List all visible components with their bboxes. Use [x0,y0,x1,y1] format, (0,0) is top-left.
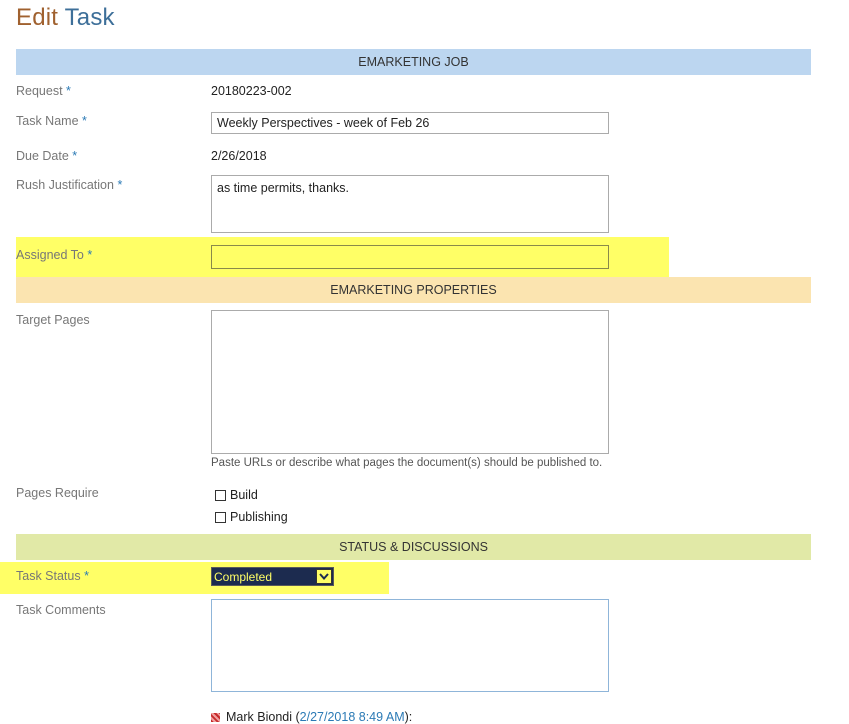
due-date-label-text: Due Date [16,149,69,163]
section-header-status-discussions: STATUS & DISCUSSIONS [16,534,811,560]
pages-require-label: Pages Require [16,486,99,500]
comment-history-entry: Mark Biondi (2/27/2018 8:49 AM): [211,710,412,724]
publishing-option[interactable]: Publishing [215,510,288,524]
due-date-value: 2/26/2018 [211,149,267,163]
required-marker: * [117,178,123,192]
section-header-emarketing-job: EMARKETING JOB [16,49,811,75]
section-header-emarketing-properties: EMARKETING PROPERTIES [16,277,811,303]
task-status-select[interactable]: Completed [211,567,334,586]
required-marker: * [82,114,87,128]
history-author: Mark Biondi [226,710,292,724]
task-name-label: Task Name * [16,114,87,128]
assigned-to-label: Assigned To * [16,248,92,262]
history-timestamp-link[interactable]: 2/27/2018 8:49 AM [300,710,405,724]
request-label-text: Request [16,84,63,98]
rush-justification-textarea[interactable]: as time permits, thanks. [211,175,609,233]
task-comments-textarea[interactable] [211,599,609,692]
page-title: Edit Task [16,4,115,32]
required-marker: * [87,248,93,262]
target-pages-textarea[interactable] [211,310,609,454]
task-status-label-text: Task Status [16,569,81,583]
required-marker: * [72,149,78,163]
required-marker: * [66,84,71,98]
build-checkbox[interactable] [215,489,226,501]
build-option-label: Build [230,488,258,502]
publishing-checkbox[interactable] [215,511,226,523]
target-pages-hint: Paste URLs or describe what pages the do… [211,457,603,469]
due-date-label: Due Date * [16,149,77,163]
required-marker: * [84,569,89,583]
rush-justification-label: Rush Justification * [16,178,122,192]
target-pages-label: Target Pages [16,313,90,327]
rush-justification-label-text: Rush Justification [16,178,114,192]
page-title-edit: Edit [16,4,59,31]
publishing-option-label: Publishing [230,510,288,524]
assigned-to-input[interactable] [211,245,609,269]
task-status-selected-value: Completed [214,569,273,584]
page-title-task: Task [64,4,115,31]
task-name-input[interactable]: Weekly Perspectives - week of Feb 26 [211,112,609,134]
history-close: ): [404,710,413,724]
request-label: Request * [16,84,71,98]
assigned-to-label-text: Assigned To [16,248,84,262]
chevron-down-icon[interactable] [316,569,332,584]
task-name-label-text: Task Name [16,114,79,128]
flag-icon [211,712,220,722]
task-comments-label: Task Comments [16,603,106,617]
task-status-label: Task Status * [16,569,89,583]
build-option[interactable]: Build [215,488,258,502]
request-value: 20180223-002 [211,84,292,98]
